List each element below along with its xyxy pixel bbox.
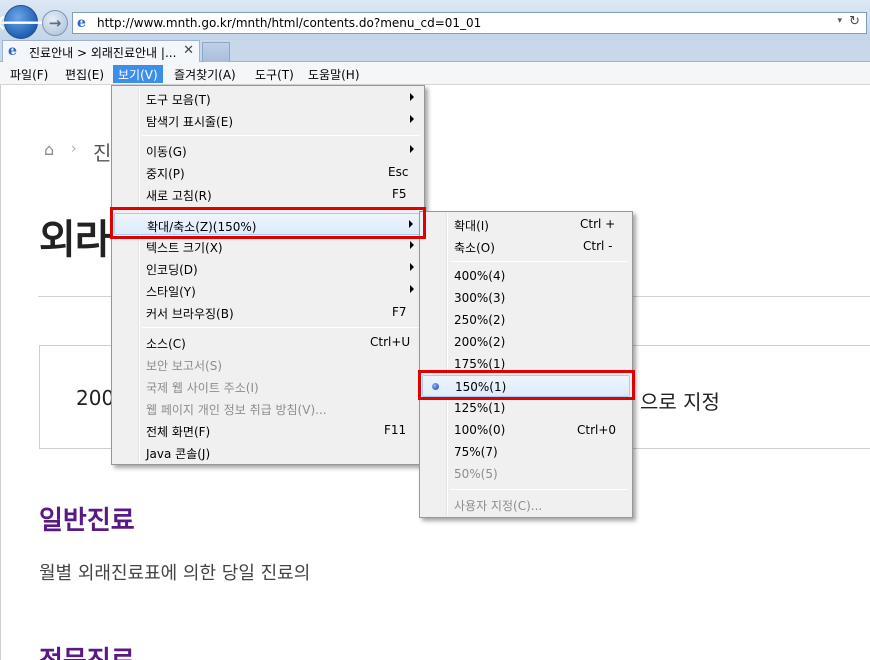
menu-separator [142, 209, 420, 210]
view-menu-full-screen[interactable]: 전체 화면(F) F11 [114, 419, 422, 441]
shortcut-label: Ctrl - [583, 239, 613, 253]
submenu-arrow-icon [410, 241, 414, 249]
info-text-left: 200 [76, 386, 115, 410]
section-body-general: 월별 외래진료표에 의한 당일 진료의 [39, 563, 311, 584]
menu-help[interactable]: 도움말(H) [303, 65, 365, 83]
view-menu-security-report: 보안 보고서(S) [146, 359, 222, 373]
shortcut-label: F7 [392, 305, 407, 319]
menu-tools[interactable]: 도구(T) [250, 65, 299, 83]
submenu-arrow-icon [410, 93, 414, 101]
view-menu-caret-browsing[interactable]: 커서 브라우징(B) F7 [114, 301, 422, 323]
shortcut-label: Ctrl + [580, 217, 616, 231]
menu-bar: 파일(F) 편집(E) 보기(V) 즐겨찾기(A) 도구(T) 도움말(H) [0, 62, 870, 85]
zoom-75[interactable]: 75%(7) [422, 441, 630, 463]
menu-edit[interactable]: 편집(E) [60, 65, 109, 83]
breadcrumb[interactable]: 진 [93, 137, 111, 166]
zoom-300[interactable]: 300%(3) [422, 287, 630, 309]
page-title: 외라 [39, 217, 112, 263]
zoom-250[interactable]: 250%(2) [422, 309, 630, 331]
view-menu-java-console[interactable]: Java 콘솔(J) [114, 441, 422, 463]
menu-view[interactable]: 보기(V) [113, 65, 163, 83]
view-menu-encoding[interactable]: 인코딩(D) [114, 257, 422, 279]
tab-title: 진료안내 > 외래진료안내 |... [29, 46, 177, 60]
zoom-submenu: 확대(I) Ctrl + 축소(O) Ctrl - 400%(4) 300%(3) … [419, 211, 633, 518]
url-text[interactable]: http://www.mnth.go.kr/mnth/html/contents… [97, 16, 481, 30]
zoom-in[interactable]: 확대(I) Ctrl + [422, 213, 630, 235]
info-text-right: 으로 지정 [640, 390, 720, 414]
chevron-down-icon[interactable]: ▾ [837, 16, 842, 26]
view-menu-privacy-policy: 웹 페이지 개인 정보 취급 방침(V)... [146, 403, 327, 417]
zoom-200[interactable]: 200%(2) [422, 331, 630, 353]
menu-separator [450, 489, 628, 490]
view-menu-style[interactable]: 스타일(Y) [114, 279, 422, 301]
tab-bar: e 진료안내 > 외래진료안내 |... ✕ [0, 40, 870, 62]
tab-active[interactable]: e 진료안내 > 외래진료안내 |... ✕ [2, 40, 200, 62]
menu-favorites[interactable]: 즐겨찾기(A) [169, 65, 241, 83]
submenu-arrow-icon [410, 115, 414, 123]
navigation-bar: 🡐 → e http://www.mnth.go.kr/mnth/html/co… [0, 0, 870, 40]
view-menu-go-to[interactable]: 이동(G) [114, 139, 422, 161]
arrow-left-icon: 🡐 [0, 10, 48, 34]
zoom-150[interactable]: 150%(1) [422, 375, 630, 397]
submenu-arrow-icon [409, 220, 413, 228]
submenu-arrow-icon [410, 263, 414, 271]
view-menu-zoom[interactable]: 확대/축소(Z)(150%) [114, 213, 422, 235]
view-menu-refresh[interactable]: 새로 고침(R) F5 [114, 183, 422, 205]
zoom-custom: 사용자 지정(C)... [454, 499, 543, 513]
home-icon[interactable]: ⌂ [44, 140, 54, 159]
zoom-175[interactable]: 175%(1) [422, 353, 630, 375]
view-menu-intl-address: 국제 웹 사이트 주소(I) [146, 381, 259, 395]
address-bar[interactable]: e http://www.mnth.go.kr/mnth/html/conten… [72, 12, 867, 34]
forward-button[interactable]: → [42, 10, 68, 36]
submenu-arrow-icon [410, 285, 414, 293]
zoom-125[interactable]: 125%(1) [422, 397, 630, 419]
zoom-100[interactable]: 100%(0) Ctrl+0 [422, 419, 630, 441]
radio-selected-icon [432, 383, 439, 390]
arrow-right-icon: → [48, 14, 62, 32]
new-tab-button[interactable] [202, 42, 230, 62]
menu-file[interactable]: 파일(F) [5, 65, 53, 83]
section-title-general: 일반진료 [39, 506, 135, 536]
shortcut-label: F5 [392, 187, 407, 201]
view-menu-toolbars[interactable]: 도구 모음(T) [114, 87, 422, 109]
close-icon[interactable]: ✕ [183, 43, 194, 58]
view-menu-explorer-bars[interactable]: 탐색기 표시줄(E) [114, 109, 422, 131]
ie-logo-icon: e [8, 43, 17, 59]
menu-separator [450, 261, 628, 262]
menu-separator [142, 135, 420, 136]
back-button[interactable]: 🡐 [0, 5, 48, 39]
ie-logo-icon: e [77, 15, 86, 31]
shortcut-label: Esc [388, 165, 409, 179]
zoom-out[interactable]: 축소(O) Ctrl - [422, 235, 630, 257]
view-menu: 도구 모음(T) 탐색기 표시줄(E) 이동(G) 중지(P) Esc 새로 고침… [111, 85, 425, 465]
view-menu-stop[interactable]: 중지(P) Esc [114, 161, 422, 183]
section-title-specialist: 전문진료 [39, 640, 135, 660]
shortcut-label: Ctrl+U [370, 335, 411, 349]
submenu-arrow-icon [410, 145, 414, 153]
shortcut-label: F11 [384, 423, 407, 437]
menu-separator [142, 327, 420, 328]
breadcrumb-separator: › [71, 141, 77, 157]
refresh-icon[interactable]: ↻ [849, 14, 860, 29]
view-menu-source[interactable]: 소스(C) Ctrl+U [114, 331, 422, 353]
shortcut-label: Ctrl+0 [577, 423, 617, 437]
zoom-50: 50%(5) [454, 467, 498, 481]
zoom-400[interactable]: 400%(4) [422, 265, 630, 287]
view-menu-text-size[interactable]: 텍스트 크기(X) [114, 235, 422, 257]
